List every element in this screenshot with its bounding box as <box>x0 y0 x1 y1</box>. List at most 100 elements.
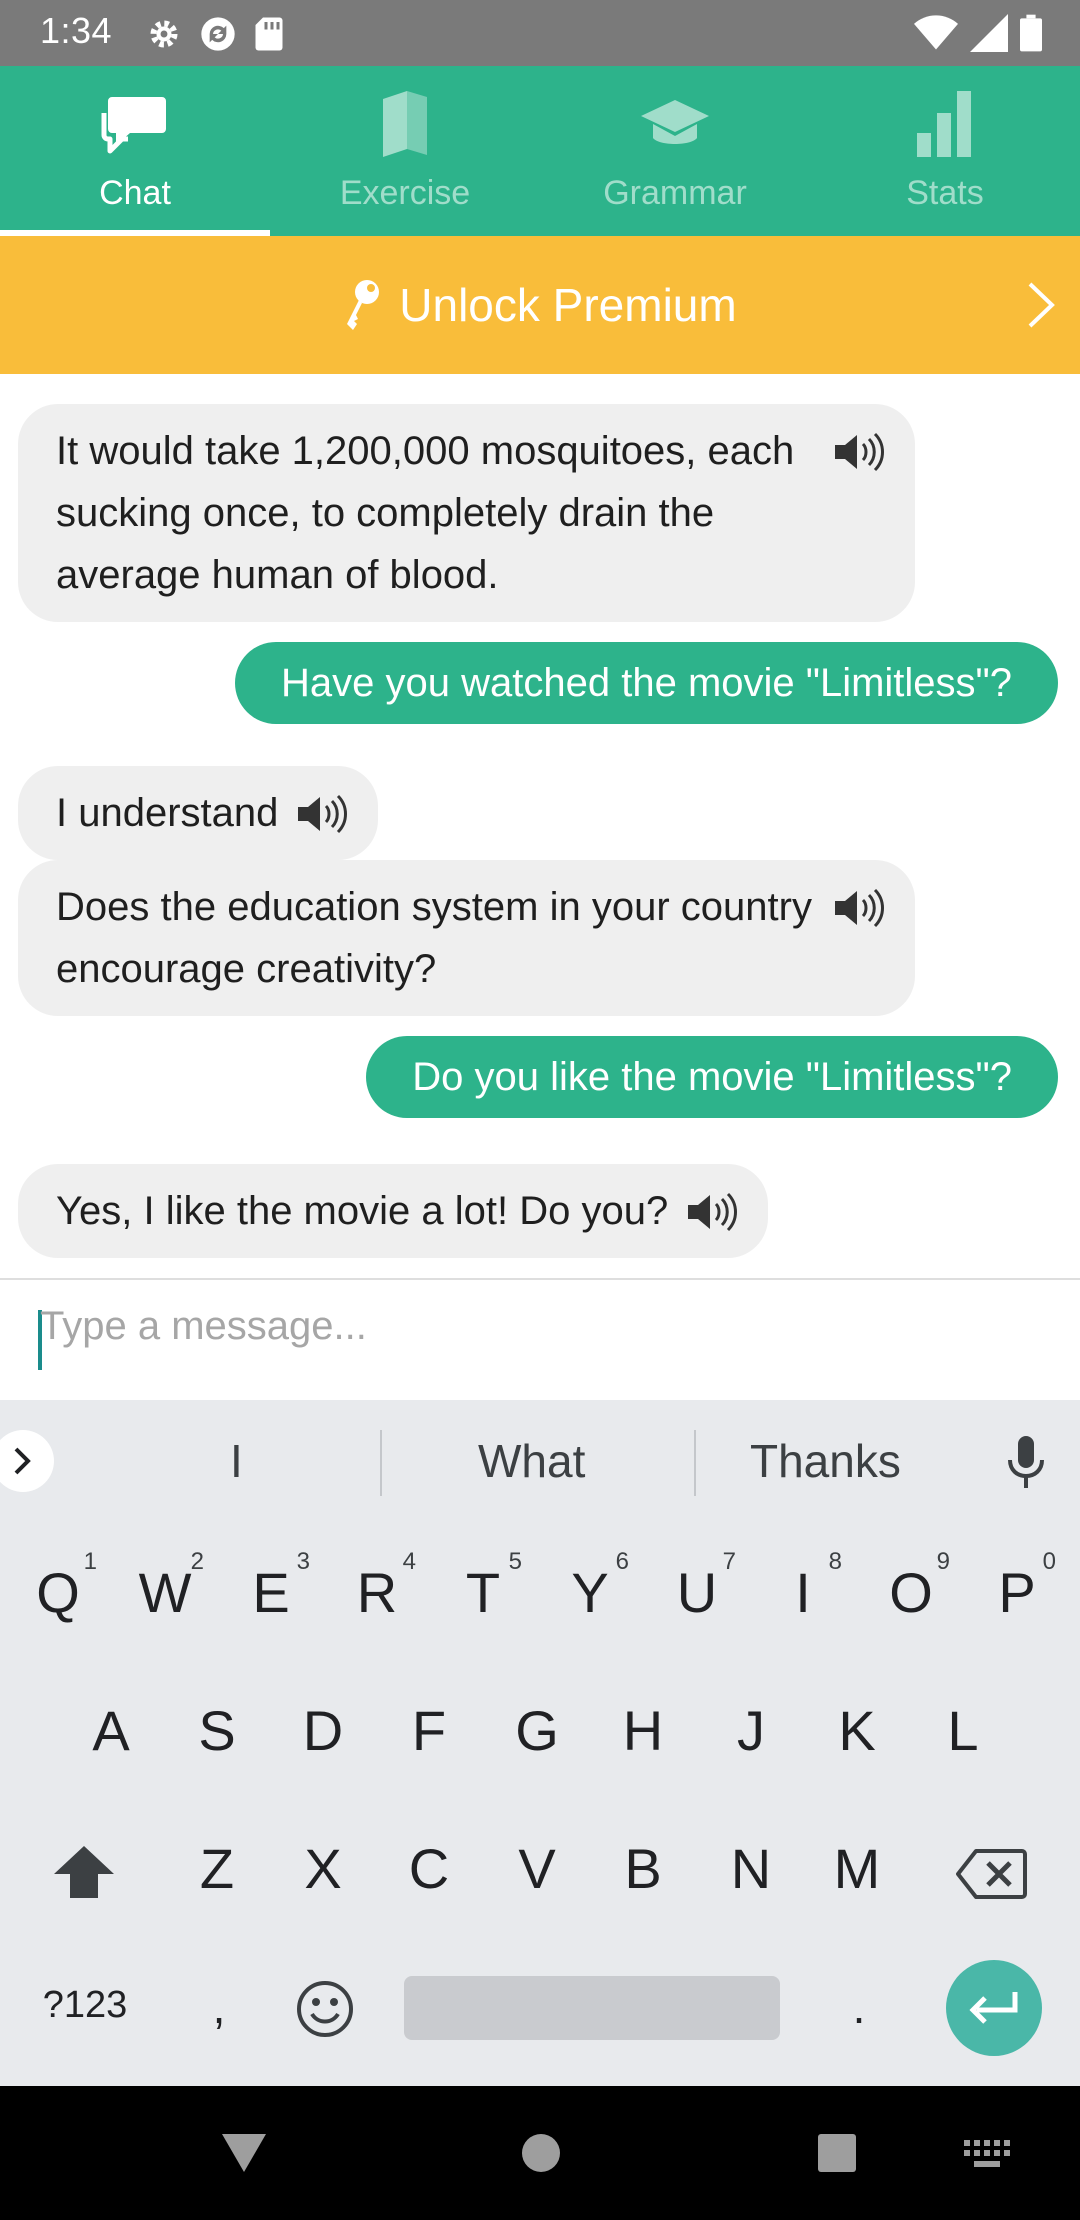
message-input[interactable] <box>40 1304 1020 1349</box>
space-key[interactable] <box>404 1976 780 2040</box>
key-icon <box>347 280 380 330</box>
bot-message: I understand <box>18 766 379 860</box>
emoji-key[interactable] <box>296 1980 354 2043</box>
shift-icon <box>54 1846 114 1898</box>
enter-key[interactable] <box>946 1960 1042 2056</box>
key-h[interactable]: H <box>598 1698 688 1763</box>
key-label: W <box>138 1561 192 1624</box>
key-hint: 0 <box>1042 1548 1056 1575</box>
message-text: Does the education system in your countr… <box>56 885 812 991</box>
key-label: T <box>465 1561 501 1624</box>
user-message: Do you like the movie "Limitless"? <box>366 1036 1058 1118</box>
tab-chat[interactable]: Chat <box>0 66 270 236</box>
chat-messages: It would take 1,200,000 mosquitoes, each… <box>0 374 1080 1278</box>
suggestion-strip: I What Thanks <box>0 1400 1080 1522</box>
key-j[interactable]: J <box>706 1698 796 1763</box>
key-m[interactable]: M <box>812 1836 902 1901</box>
tab-bar: Chat Exercise Grammar Stats <box>0 66 1080 236</box>
key-e[interactable]: E3 <box>226 1548 316 1625</box>
key-hint: 4 <box>402 1548 416 1575</box>
message-text: I understand <box>56 791 279 835</box>
backspace-icon <box>956 1849 1027 1899</box>
key-a[interactable]: A <box>66 1698 156 1763</box>
message-text: It would take 1,200,000 mosquitoes, each… <box>56 429 795 597</box>
bot-message: Yes, I like the movie a lot! Do you? <box>18 1164 769 1258</box>
key-label: I <box>795 1561 811 1624</box>
battery-icon <box>1020 14 1042 52</box>
unlock-premium-banner[interactable]: Unlock Premium <box>0 236 1080 374</box>
key-s[interactable]: S <box>172 1698 262 1763</box>
key-hint: 5 <box>508 1548 522 1575</box>
divider <box>694 1430 696 1496</box>
speaker-icon[interactable] <box>833 888 885 928</box>
divider <box>380 1430 382 1496</box>
key-hint: 9 <box>936 1548 950 1575</box>
key-v[interactable]: V <box>492 1836 582 1901</box>
period-key[interactable]: . <box>814 1980 904 2034</box>
key-label: R <box>356 1561 398 1624</box>
key-c[interactable]: C <box>384 1836 474 1901</box>
speaker-icon[interactable] <box>833 432 885 472</box>
backspace-key[interactable] <box>956 1848 1028 1905</box>
book-icon <box>383 91 427 157</box>
speaker-icon[interactable] <box>686 1192 738 1232</box>
navigation-bar <box>0 2086 1080 2220</box>
back-icon[interactable] <box>220 2130 268 2176</box>
tab-label: Stats <box>906 174 984 212</box>
key-u[interactable]: U7 <box>652 1548 742 1625</box>
tab-grammar[interactable]: Grammar <box>540 66 810 236</box>
key-y[interactable]: Y6 <box>545 1548 635 1625</box>
symbols-key[interactable]: ?123 <box>40 1984 130 2027</box>
tab-label: Grammar <box>603 174 747 212</box>
key-hint: 8 <box>828 1548 842 1575</box>
graduation-cap-icon <box>641 100 709 144</box>
enter-icon <box>969 1992 1018 2024</box>
shift-key[interactable] <box>52 1844 116 1905</box>
key-label: E <box>252 1561 290 1624</box>
recents-icon[interactable] <box>816 2132 858 2174</box>
speaker-icon[interactable] <box>296 794 348 834</box>
suggestion[interactable]: I <box>230 1434 243 1488</box>
chevron-right-icon <box>1028 282 1055 328</box>
comma-key[interactable]: , <box>174 1980 264 2034</box>
key-r[interactable]: R4 <box>332 1548 422 1625</box>
key-b[interactable]: B <box>598 1836 688 1901</box>
key-w[interactable]: W2 <box>120 1548 210 1625</box>
key-l[interactable]: L <box>918 1698 1008 1763</box>
key-g[interactable]: G <box>492 1698 582 1763</box>
key-d[interactable]: D <box>278 1698 368 1763</box>
key-n[interactable]: N <box>706 1836 796 1901</box>
tab-exercise[interactable]: Exercise <box>270 66 540 236</box>
key-k[interactable]: K <box>812 1698 902 1763</box>
key-f[interactable]: F <box>384 1698 474 1763</box>
home-icon[interactable] <box>520 2132 562 2174</box>
key-label: P <box>998 1561 1036 1624</box>
key-i[interactable]: I8 <box>758 1548 848 1625</box>
emoji-icon <box>297 1981 353 2037</box>
tab-stats[interactable]: Stats <box>810 66 1080 236</box>
user-message: Have you watched the movie "Limitless"? <box>235 642 1058 724</box>
expand-toolbar-button[interactable] <box>0 1430 54 1492</box>
key-label: O <box>889 1561 933 1624</box>
settings-icon <box>150 20 178 48</box>
key-p[interactable]: P0 <box>972 1548 1062 1625</box>
tab-label: Chat <box>99 174 171 212</box>
suggestion[interactable]: What <box>478 1434 585 1488</box>
microphone-icon[interactable] <box>1006 1434 1046 1490</box>
key-q[interactable]: Q1 <box>13 1548 103 1625</box>
key-x[interactable]: X <box>278 1836 368 1901</box>
key-label: Q <box>36 1561 80 1624</box>
key-o[interactable]: O9 <box>866 1548 956 1625</box>
message-input-bar <box>0 1278 1080 1398</box>
suggestion[interactable]: Thanks <box>750 1434 901 1488</box>
chat-icon <box>101 97 166 154</box>
key-hint: 3 <box>296 1548 310 1575</box>
status-time: 1:34 <box>40 10 113 51</box>
key-t[interactable]: T5 <box>438 1548 528 1625</box>
message-text: Have you watched the movie "Limitless"? <box>281 661 1012 705</box>
key-z[interactable]: Z <box>172 1836 262 1901</box>
sd-card-icon <box>255 17 283 51</box>
key-label: Y <box>571 1561 609 1624</box>
wifi-icon <box>914 15 958 50</box>
keyboard-switch-icon[interactable] <box>964 2140 1010 2168</box>
